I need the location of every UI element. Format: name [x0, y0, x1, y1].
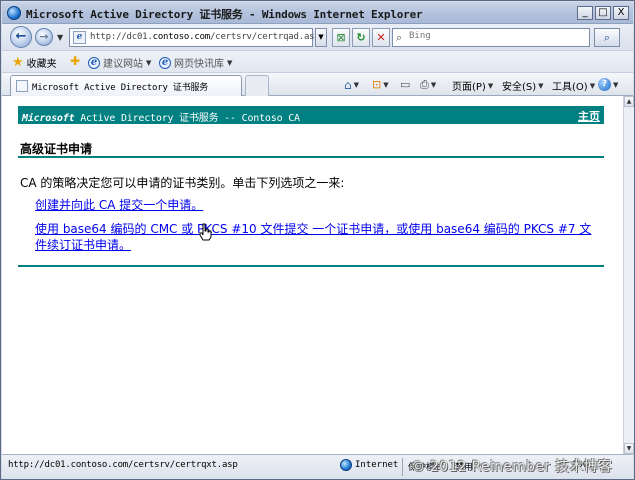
- scroll-up-button[interactable]: ▲: [624, 96, 634, 107]
- refresh-button[interactable]: ↻: [352, 28, 370, 47]
- address-url[interactable]: http://dc01.contoso.com/certsrv/certrqad…: [90, 32, 320, 42]
- page-icon: e: [73, 31, 86, 44]
- maximize-button[interactable]: □: [595, 6, 611, 20]
- ie-page-icon: e: [88, 56, 100, 69]
- home-link[interactable]: 主页: [578, 108, 600, 124]
- address-dropdown-button[interactable]: ▼: [315, 28, 327, 47]
- tab-active[interactable]: Microsoft Active Directory 证书服务: [10, 75, 242, 97]
- title-bar: Microsoft Active Directory 证书服务 - Window…: [2, 2, 633, 24]
- print-button[interactable]: ⎙ ▼: [420, 78, 436, 92]
- search-icon: ⌕: [396, 31, 403, 44]
- chevron-down-icon: ▼: [487, 81, 494, 90]
- security-zone[interactable]: Internet: [340, 459, 398, 471]
- header-brand: Microsoft Active Directory 证书服务 -- Conto…: [22, 113, 300, 124]
- certsrv-header: Microsoft Active Directory 证书服务 -- Conto…: [18, 106, 604, 124]
- chevron-down-icon: ▼: [538, 81, 544, 90]
- status-url: http://dc01.contoso.com/certsrv/certrqxt…: [8, 460, 238, 470]
- help-icon: ?: [598, 78, 611, 91]
- new-tab-button[interactable]: [245, 75, 269, 97]
- tools-menu-label: 工具(O): [552, 82, 588, 93]
- fav-item-label: 网页快讯库: [174, 59, 224, 70]
- chevron-down-icon: ▼: [353, 81, 360, 89]
- close-button[interactable]: X: [613, 6, 629, 20]
- divider: [18, 156, 604, 158]
- page-menu[interactable]: 页面(P) ▼: [452, 78, 494, 94]
- fav-item-suggested-sites[interactable]: e 建议网站 ▼: [88, 55, 151, 70]
- globe-icon: [340, 459, 352, 471]
- chevron-down-icon: ▼: [383, 80, 389, 89]
- watermark: © 2012 Reinember 技术博客: [411, 459, 613, 475]
- forward-button[interactable]: →: [35, 28, 53, 46]
- search-box[interactable]: ⌕: [392, 28, 590, 47]
- scroll-down-button[interactable]: ▼: [624, 443, 634, 454]
- chevron-down-icon: ▼: [430, 81, 437, 89]
- divider: [18, 265, 604, 267]
- read-mail-button[interactable]: ▭: [400, 78, 410, 91]
- ie-logo-icon: [7, 6, 21, 20]
- back-button[interactable]: ←: [10, 26, 32, 48]
- command-bar: Microsoft Active Directory 证书服务 ⌂ ▼ ⊡ ▼ ▭ …: [2, 72, 633, 97]
- mail-icon: ▭: [400, 78, 411, 91]
- home-button[interactable]: ⌂ ▼: [344, 78, 359, 92]
- compatibility-view-button[interactable]: ⊠: [332, 28, 350, 47]
- safety-menu[interactable]: 安全(S) ▼: [502, 78, 544, 94]
- hand-cursor-icon: [199, 223, 212, 241]
- page-title: 高级证书申请: [20, 142, 93, 156]
- submit-base64-request-link[interactable]: 使用 base64 编码的 CMC 或 PKCS #10 文件提交 一个证书申请…: [35, 221, 601, 253]
- add-to-favorites-bar-button[interactable]: ✚: [70, 55, 80, 67]
- create-request-link[interactable]: 创建并向此 CA 提交一个申请。: [35, 196, 203, 213]
- search-go-button[interactable]: ⌕: [594, 28, 620, 47]
- page-icon: [16, 80, 28, 92]
- printer-icon: ⎙: [420, 78, 429, 91]
- navigation-bar: ← → ▼ e http://dc01.contoso.com/certsrv/…: [2, 24, 633, 50]
- status-separator: [402, 458, 403, 476]
- rss-icon: ⊡: [372, 78, 382, 91]
- tab-title: Microsoft Active Directory 证书服务: [32, 83, 209, 93]
- favorites-label: 收藏夹: [26, 59, 57, 70]
- zone-label: Internet: [355, 460, 399, 470]
- star-icon: ★: [12, 54, 24, 70]
- window-controls: _ □ X: [577, 6, 629, 20]
- chevron-down-icon: ▼: [146, 58, 152, 67]
- favorites-bar: ★ 收藏夹 ✚ e 建议网站 ▼ e 网页快讯库 ▼: [2, 50, 633, 72]
- browser-window: Microsoft Active Directory 证书服务 - Window…: [0, 0, 635, 480]
- help-menu[interactable]: ? ▼: [598, 78, 618, 91]
- stop-button[interactable]: ✕: [372, 28, 390, 47]
- safety-menu-label: 安全(S): [502, 82, 537, 93]
- address-bar[interactable]: e http://dc01.contoso.com/certsrv/certrq…: [69, 28, 320, 47]
- recent-pages-dropdown-icon[interactable]: ▼: [57, 33, 63, 42]
- chevron-down-icon: ▼: [589, 81, 596, 90]
- minimize-button[interactable]: _: [577, 6, 593, 20]
- chevron-down-icon: ▼: [227, 58, 233, 67]
- page-menu-label: 页面(P): [452, 82, 486, 93]
- intro-text: CA 的策略决定您可以申请的证书类别。单击下列选项之一来:: [20, 176, 345, 190]
- home-icon: ⌂: [344, 78, 352, 92]
- chevron-down-icon: ▼: [613, 80, 619, 89]
- search-input[interactable]: [409, 31, 579, 41]
- feeds-button[interactable]: ⊡ ▼: [372, 78, 389, 91]
- fav-item-web-slice-gallery[interactable]: e 网页快讯库 ▼: [159, 55, 232, 70]
- window-title: Microsoft Active Directory 证书服务 - Window…: [26, 8, 423, 21]
- add-favorite-icon: ✚: [70, 54, 81, 68]
- ie-page-icon: e: [159, 56, 171, 69]
- favorites-button[interactable]: ★ 收藏夹: [12, 54, 57, 71]
- vertical-scrollbar[interactable]: ▲ ▼: [623, 96, 634, 454]
- fav-item-label: 建议网站: [103, 59, 143, 70]
- page-content: Microsoft Active Directory 证书服务 -- Conto…: [2, 96, 623, 454]
- tools-menu[interactable]: 工具(O) ▼: [552, 78, 596, 94]
